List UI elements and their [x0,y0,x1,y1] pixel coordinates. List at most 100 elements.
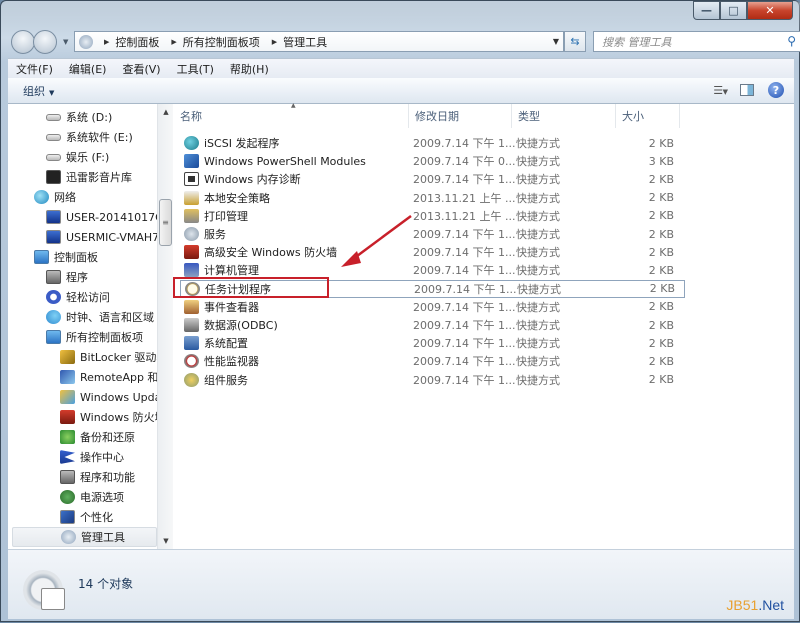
nav-item[interactable]: 所有控制面板项 [8,327,158,347]
column-header-date[interactable]: 修改日期 [409,104,512,128]
nav-item[interactable]: 娱乐 (F:) [8,147,158,167]
content-area: 系统 (D:) 系统软件 (E:) 娱乐 (F:) 迅雷影音片库 网络 USER-2014… [8,102,794,549]
nav-item[interactable]: 系统软件 (E:) [8,127,158,147]
column-headers: ▲ 名称 修改日期 类型 大小 [174,102,794,128]
file-date: 2009.7.14 下午 1... [413,373,516,387]
file-row[interactable]: 系统配置 2009.7.14 下午 1... 快捷方式 2 KB [180,334,685,352]
file-row[interactable]: 服务 2009.7.14 下午 1... 快捷方式 2 KB [180,225,685,243]
column-header-name[interactable]: ▲ 名称 [174,102,409,128]
nav-item[interactable]: Windows Update [8,387,158,407]
file-size: 2 KB [649,282,675,296]
nav-item[interactable]: 迅雷影音片库 [8,167,158,187]
nav-item-label: 时钟、语言和区域 [66,311,154,324]
nav-item-label: Windows 防火墙 [80,411,158,424]
file-row[interactable]: Windows 内存诊断 2009.7.14 下午 1... 快捷方式 2 KB [180,170,685,188]
maximize-button[interactable]: □ [720,1,747,20]
file-type: 快捷方式 [516,228,560,241]
recent-pages-dropdown[interactable]: ▼ [63,38,68,46]
nav-scrollbar[interactable]: ▲ ≡ ▼ [157,104,173,549]
file-row[interactable]: iSCSI 发起程序 2009.7.14 下午 1... 快捷方式 2 KB [180,134,685,152]
file-size: 2 KB [648,318,674,332]
close-button[interactable]: ✕ [747,1,793,20]
file-type: 快捷方式 [516,246,560,260]
forward-button[interactable] [33,30,57,54]
menu-help[interactable]: 帮助(H) [222,61,277,77]
scroll-up-icon[interactable]: ▲ [158,104,174,120]
column-header-size[interactable]: 大小 [616,104,680,128]
preview-pane-button[interactable] [740,84,754,96]
drive-icon [46,113,61,121]
file-name-cell: Windows 内存诊断 [180,171,409,187]
breadcrumb-chevron-icon[interactable]: ▶ [272,38,277,46]
menu-tools[interactable]: 工具(T) [169,61,222,77]
file-row[interactable]: 本地安全策略 2013.11.21 上午 ... 快捷方式 2 KB [180,189,685,207]
details-pane: 14 个对象 JB51.Net [8,549,794,619]
nav-item-label: 控制面板 [54,251,98,264]
computer-icon [46,210,61,224]
refresh-button[interactable]: ⇆ [564,31,586,52]
help-button[interactable]: ? [768,82,784,98]
nav-item-label: Windows Update [80,390,158,404]
nav-item[interactable]: 个性化 [8,507,158,527]
nav-item[interactable]: BitLocker 驱动器加 [8,347,158,367]
minimize-button[interactable]: — [693,1,720,20]
file-name: Windows 内存诊断 [204,173,301,187]
nav-item[interactable]: 管理工具 [12,527,157,547]
breadcrumb-chevron-icon[interactable]: ▶ [171,38,176,46]
file-name-cell: 计算机管理 [180,262,409,278]
file-date: 2009.7.14 下午 0... [413,155,516,169]
annotation-highlight-box [173,277,329,298]
nav-item-label: USER-20141017QI [66,210,158,224]
column-header-type[interactable]: 类型 [512,104,616,128]
nav-item[interactable]: 程序和功能 [8,467,158,487]
search-input[interactable]: 搜索 管理工具 ⚲ [593,31,800,52]
breadcrumb-chevron-icon[interactable]: ▶ [104,38,109,46]
file-row[interactable]: 高级安全 Windows 防火墙 2009.7.14 下午 1... 快捷方式 2 K… [180,243,685,261]
menu-edit[interactable]: 编辑(E) [61,61,115,77]
file-name-cell: 数据源(ODBC) [180,317,409,333]
nav-item[interactable]: 备份和还原 [8,427,158,447]
file-date: 2009.7.14 下午 1... [413,264,516,278]
file-row[interactable]: 组件服务 2009.7.14 下午 1... 快捷方式 2 KB [180,371,685,389]
search-icon[interactable]: ⚲ [787,34,796,48]
nav-item[interactable]: RemoteApp 和桌面 [8,367,158,387]
nav-item[interactable]: 系统 (D:) [8,107,158,127]
power-icon [60,490,75,504]
file-row[interactable]: 事件查看器 2009.7.14 下午 1... 快捷方式 2 KB [180,298,685,316]
nav-item[interactable]: USER-20141017QI [8,207,158,227]
chevron-down-icon: ▼ [722,87,729,96]
file-name-cell: 高级安全 Windows 防火墙 [180,244,409,260]
nav-item[interactable]: 操作中心 [8,447,158,467]
computer-icon [46,230,61,244]
file-row[interactable]: 性能监视器 2009.7.14 下午 1... 快捷方式 2 KB [180,352,685,370]
back-button[interactable] [11,30,35,54]
address-dropdown-icon[interactable]: ▼ [553,37,559,46]
scroll-thumb[interactable]: ≡ [159,199,172,246]
nav-item[interactable]: 程序 [8,267,158,287]
file-date: 2009.7.14 下午 1... [413,173,516,187]
nav-item[interactable]: 控制面板 [8,247,158,267]
file-row[interactable]: 数据源(ODBC) 2009.7.14 下午 1... 快捷方式 2 KB [180,316,685,334]
breadcrumb-control-panel[interactable]: 控制面板 [115,34,159,50]
nav-item[interactable]: 电源选项 [8,487,158,507]
change-view-button[interactable]: ☰ ▼ [713,84,729,97]
breadcrumb-all-items[interactable]: 所有控制面板项 [183,34,260,50]
menu-view[interactable]: 查看(V) [114,61,168,77]
nav-item[interactable]: Windows 防火墙 [8,407,158,427]
organize-button[interactable]: 组织 ▼ [23,83,54,99]
address-bar[interactable]: ▶ 控制面板 ▶ 所有控制面板项 ▶ 管理工具 ▼ [74,31,564,52]
file-row[interactable]: Windows PowerShell Modules 2009.7.14 下午 0… [180,152,685,170]
nav-item[interactable]: 网络 [8,187,158,207]
nav-item-label: 娱乐 (F:) [66,151,110,164]
breadcrumb-admin-tools[interactable]: 管理工具 [283,34,327,50]
menu-file[interactable]: 文件(F) [8,61,61,77]
control-panel-icon [34,250,49,264]
nav-item[interactable]: 时钟、语言和区域 [8,307,158,327]
scroll-down-icon[interactable]: ▼ [158,533,174,549]
file-list: ▲ 名称 修改日期 类型 大小 iSCSI 发起程序 2009.7.14 下午 1.… [174,102,794,549]
file-size: 2 KB [648,172,674,186]
nav-item[interactable]: USERMIC-VMAH7V [8,227,158,247]
nav-item[interactable]: 轻松访问 [8,287,158,307]
powershell-icon [184,154,199,169]
file-row[interactable]: 打印管理 2013.11.21 上午 ... 快捷方式 2 KB [180,207,685,225]
